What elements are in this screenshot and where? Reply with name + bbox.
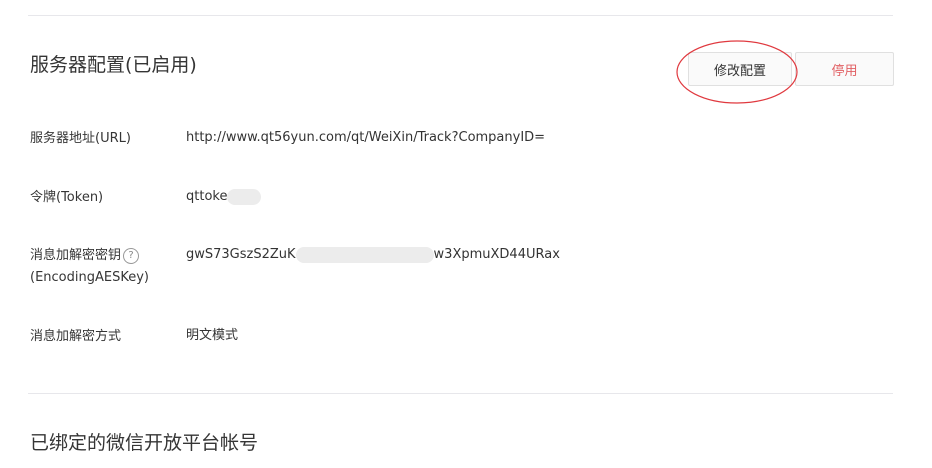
redaction-blur <box>227 188 262 205</box>
aes-key-label-line1: 消息加解密密钥 <box>30 248 122 263</box>
token-value-text: qttoke <box>186 189 228 204</box>
annotation-circle <box>676 40 798 104</box>
aes-key-label: 消息加解密密钥? (EncodingAESKey) <box>30 245 149 289</box>
aes-key-value: gwS73GszS2ZuK w3XpmuXD44URax <box>186 244 560 266</box>
server-config-title: 服务器配置(已启用) <box>30 54 197 76</box>
help-question-icon[interactable]: ? <box>123 247 140 264</box>
aes-key-value-end: w3XpmuXD44URax <box>433 247 560 262</box>
url-value: http://www.qt56yun.com/qt/WeiXin/Track?C… <box>186 130 546 145</box>
encryption-mode-label: 消息加解密方式 <box>30 329 122 344</box>
encryption-mode-value: 明文模式 <box>186 328 239 343</box>
aes-key-value-start: gwS73GszS2ZuK <box>186 247 296 262</box>
token-label: 令牌(Token) <box>30 190 104 205</box>
bound-accounts-title: 已绑定的微信开放平台帐号 <box>30 432 259 454</box>
disable-button[interactable]: 停用 <box>795 52 894 86</box>
aes-key-label-line2: (EncodingAESKey) <box>30 270 149 285</box>
top-divider <box>28 15 893 16</box>
token-value: qttoke <box>186 186 262 208</box>
url-label: 服务器地址(URL) <box>30 131 131 146</box>
section-divider <box>28 393 893 394</box>
redaction-blur <box>295 246 434 263</box>
